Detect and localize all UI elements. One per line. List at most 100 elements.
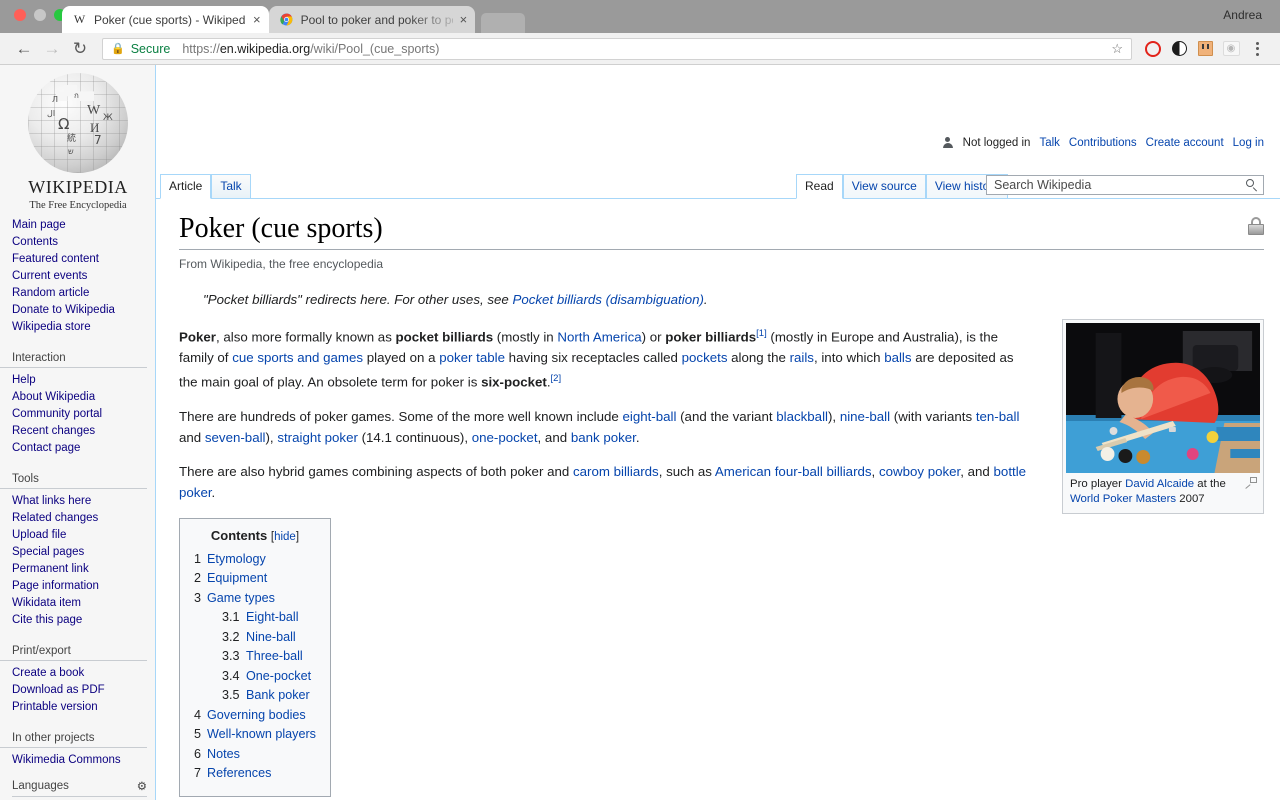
link-american-four-ball[interactable]: American four-ball billiards — [715, 464, 872, 479]
sidebar-item-special-pages[interactable]: Special pages — [12, 544, 155, 561]
search-icon[interactable] — [1246, 179, 1258, 191]
eye-icon[interactable]: ◉ — [1218, 36, 1244, 62]
sidebar-item-about[interactable]: About Wikipedia — [12, 389, 155, 406]
toc-item[interactable]: 7 References — [194, 764, 316, 784]
sidebar-link[interactable]: Cite this page — [12, 614, 82, 626]
sidebar-item-cite-this-page[interactable]: Cite this page — [12, 612, 155, 629]
sidebar-link[interactable]: Current events — [12, 270, 87, 282]
sidebar-link[interactable]: Contact page — [12, 442, 80, 454]
reference-1[interactable]: [1] — [756, 328, 767, 339]
gear-icon[interactable]: ⚙ — [137, 779, 147, 793]
toc-item[interactable]: 3 Game types — [194, 589, 316, 609]
sidebar-item-recent-changes[interactable]: Recent changes — [12, 423, 155, 440]
sidebar-item-current-events[interactable]: Current events — [12, 268, 155, 285]
bookmark-star-icon[interactable]: ☆ — [1111, 41, 1123, 57]
sidebar-link[interactable]: Special pages — [12, 546, 84, 558]
sidebar-link[interactable]: Page information — [12, 580, 99, 592]
bag-icon[interactable] — [1192, 36, 1218, 62]
browser-tab-0[interactable]: W Poker (cue sports) - Wikipedia × — [62, 6, 269, 33]
toc-item[interactable]: 3.4 One-pocket — [194, 667, 316, 687]
reload-icon[interactable]: ↻ — [66, 35, 94, 63]
toc-item[interactable]: 4 Governing bodies — [194, 706, 316, 726]
search-box[interactable] — [986, 175, 1264, 195]
sidebar-link[interactable]: Random article — [12, 287, 89, 299]
link-bank-poker[interactable]: bank poker — [571, 430, 636, 445]
sidebar-link[interactable]: Featured content — [12, 253, 99, 265]
tab-view-source[interactable]: View source — [842, 174, 926, 198]
sidebar-item-wikidata-item[interactable]: Wikidata item — [12, 595, 155, 612]
sidebar-item-featured-content[interactable]: Featured content — [12, 251, 155, 268]
wikipedia-logo[interactable]: Ω W И 7 統 ال ก Ж Л ש WIKIPEDIA The Free … — [0, 65, 156, 215]
tab-close-icon[interactable]: × — [460, 13, 468, 26]
toc-link[interactable]: Equipment — [207, 571, 267, 585]
sidebar-item-page-information[interactable]: Page information — [12, 578, 155, 595]
toc-link[interactable]: Well-known players — [207, 727, 316, 741]
link-north-america[interactable]: North America — [557, 329, 641, 344]
magnify-icon[interactable] — [1245, 477, 1257, 487]
link-blackball[interactable]: blackball — [776, 409, 828, 424]
sidebar-link[interactable]: Main page — [12, 219, 66, 231]
link-balls[interactable]: balls — [884, 350, 911, 365]
minimize-window-button[interactable] — [34, 9, 46, 21]
toc-link[interactable]: References — [207, 766, 271, 780]
tab-article[interactable]: Article — [160, 174, 212, 199]
link-eight-ball[interactable]: eight-ball — [622, 409, 676, 424]
sidebar-link[interactable]: Contents — [12, 236, 58, 248]
browser-tab-1[interactable]: Pool to poker and poker to poo × — [268, 6, 476, 33]
sidebar-link[interactable]: Wikidata item — [12, 597, 81, 609]
toc-link[interactable]: Game types — [207, 591, 275, 605]
link-nine-ball[interactable]: nine-ball — [840, 409, 890, 424]
link-cowboy-poker[interactable]: cowboy poker — [879, 464, 960, 479]
reference-2-link[interactable]: [2] — [551, 373, 562, 384]
caption-link-event[interactable]: World Poker Masters — [1070, 493, 1176, 505]
sidebar-item-create-a-book[interactable]: Create a book — [12, 665, 155, 682]
sidebar-item-upload-file[interactable]: Upload file — [12, 527, 155, 544]
sidebar-link[interactable]: About Wikipedia — [12, 391, 95, 403]
toc-link[interactable]: Eight-ball — [246, 610, 299, 624]
user-link-talk[interactable]: Talk — [1039, 137, 1059, 149]
sidebar-item-download-as-pdf[interactable]: Download as PDF — [12, 682, 155, 699]
toc-item[interactable]: 5 Well-known players — [194, 725, 316, 745]
sidebar-link[interactable]: Create a book — [12, 667, 84, 679]
tab-close-icon[interactable]: × — [253, 13, 261, 26]
toc-item[interactable]: 3.3 Three-ball — [194, 647, 316, 667]
toc-item[interactable]: 2 Equipment — [194, 569, 316, 589]
sidebar-link[interactable]: Donate to Wikipedia — [12, 304, 115, 316]
hatnote-link[interactable]: Pocket billiards (disambiguation) — [513, 292, 704, 307]
reference-1-link[interactable]: [1] — [756, 328, 767, 339]
user-link-log-in[interactable]: Log in — [1233, 137, 1264, 149]
link-carom-billiards[interactable]: carom billiards — [573, 464, 659, 479]
sidebar-item-permanent-link[interactable]: Permanent link — [12, 561, 155, 578]
new-tab-button[interactable] — [481, 13, 526, 33]
sidebar-item-contents[interactable]: Contents — [12, 234, 155, 251]
sidebar-link[interactable]: Recent changes — [12, 425, 95, 437]
sidebar-link[interactable]: Community portal — [12, 408, 102, 420]
toc-link[interactable]: One-pocket — [246, 669, 311, 683]
sidebar-link[interactable]: Printable version — [12, 701, 98, 713]
sidebar-item-store[interactable]: Wikipedia store — [12, 319, 155, 336]
toc-item[interactable]: 3.1 Eight-ball — [194, 608, 316, 628]
tab-read[interactable]: Read — [796, 174, 843, 199]
sidebar-item-community-portal[interactable]: Community portal — [12, 406, 155, 423]
toc-item[interactable]: 3.2 Nine-ball — [194, 628, 316, 648]
profile-name[interactable]: Andrea — [1223, 8, 1262, 22]
sidebar-link[interactable]: Help — [12, 374, 36, 386]
caption-link-player[interactable]: David Alcaide — [1125, 478, 1194, 490]
window-controls[interactable] — [14, 9, 66, 21]
link-cue-sports-and-games[interactable]: cue sports and games — [232, 350, 363, 365]
reference-2[interactable]: [2] — [551, 373, 562, 384]
sidebar-item-wikimedia-commons[interactable]: Wikimedia Commons — [12, 752, 155, 769]
link-rails[interactable]: rails — [790, 350, 814, 365]
toc-link[interactable]: Governing bodies — [207, 708, 306, 722]
sidebar-item-donate[interactable]: Donate to Wikipedia — [12, 302, 155, 319]
sidebar-link[interactable]: Related changes — [12, 512, 98, 524]
link-one-pocket[interactable]: one-pocket — [472, 430, 538, 445]
link-poker-table[interactable]: poker table — [439, 350, 505, 365]
sidebar-link[interactable]: Upload file — [12, 529, 66, 541]
link-pockets[interactable]: pockets — [682, 350, 728, 365]
sidebar-link[interactable]: Wikipedia store — [12, 321, 91, 333]
toc-link[interactable]: Nine-ball — [246, 630, 296, 644]
address-bar[interactable]: 🔒 Secure https://en.wikipedia.org/wiki/P… — [102, 37, 1132, 60]
toc-link[interactable]: Bank poker — [246, 688, 310, 702]
sidebar-link[interactable]: Wikimedia Commons — [12, 754, 121, 766]
